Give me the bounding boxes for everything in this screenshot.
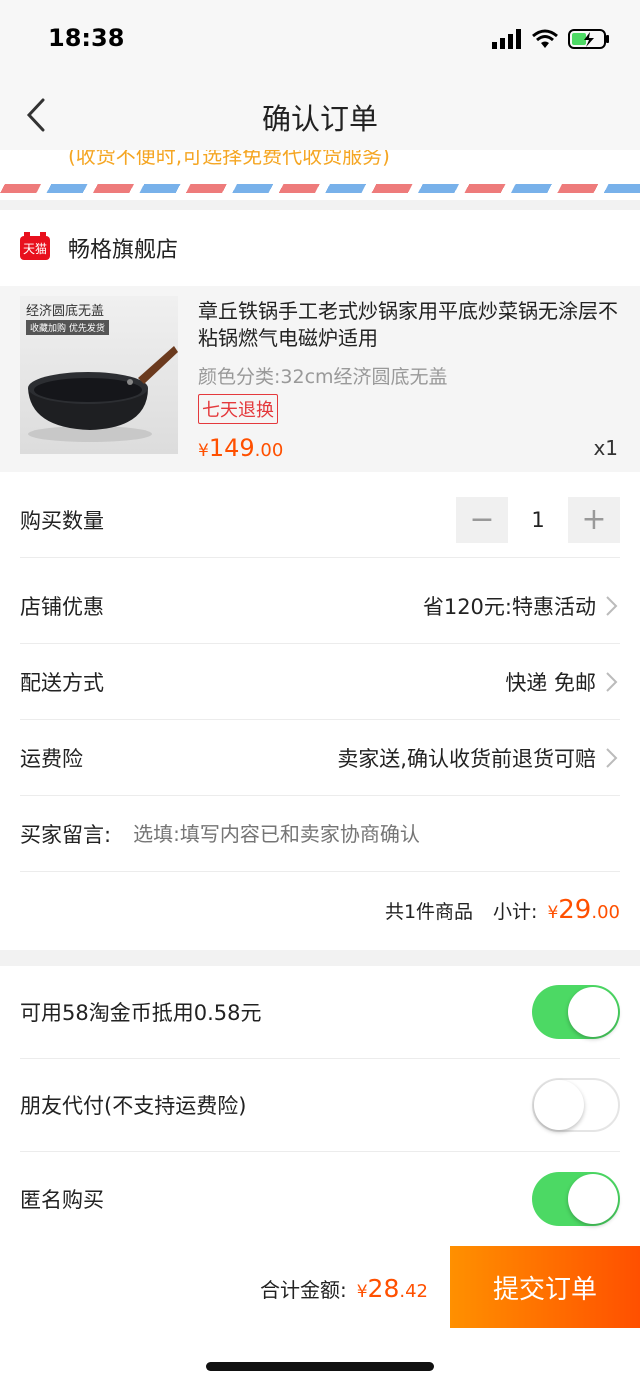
checkout-footer: 合计金额: ¥28.42 提交订单 [0, 1246, 640, 1385]
battery-icon [568, 29, 609, 49]
coin-deduction-toggle[interactable] [532, 985, 620, 1039]
wok-icon [28, 346, 178, 442]
coin-deduction-label: 可用58淘金币抵用0.58元 [20, 1001, 262, 1025]
product-price: ¥149.00 [198, 434, 283, 462]
subtotal-currency: ¥ [547, 903, 559, 923]
quantity-label: 购买数量 [20, 508, 104, 533]
shop-name: 畅格旗舰店 [68, 238, 179, 263]
product-item[interactable]: 经济圆底无盖 收藏加购 优先发货 章丘铁锅手工老式炒锅家用平底炒菜锅无涂层不粘锅… [0, 286, 640, 472]
shipping-insurance-row[interactable]: 运费险 卖家送,确认收货前退货可赔 [20, 720, 620, 796]
shop-card: 天猫 畅格旗舰店 经济圆底无盖 收藏加购 优先发货 章丘铁锅手工老式炒锅家用平底… [0, 210, 640, 950]
page-title: 确认订单 [261, 102, 378, 136]
buyer-note-row: 买家留言: [20, 796, 620, 872]
anonymous-purchase-row: 匿名购买 [20, 1152, 620, 1245]
subtotal-label: 小计: [493, 901, 538, 923]
buyer-note-label: 买家留言: [20, 822, 112, 847]
shop-discount-label: 店铺优惠 [20, 594, 104, 619]
toggle-knob [568, 1173, 618, 1224]
shipping-insurance-value: 卖家送,确认收货前退货可赔 [337, 743, 620, 773]
chevron-right-icon [606, 747, 618, 768]
total-currency: ¥ [356, 1282, 368, 1302]
total-decimal: .42 [399, 1281, 428, 1302]
total-amount: ¥28.42 [357, 1274, 428, 1303]
subtotal-amount: ¥29.00 [547, 895, 620, 925]
decrement-button[interactable]: − [456, 496, 508, 543]
tmall-icon: 天猫 [20, 232, 50, 260]
shop-discount-value: 省120元:特惠活动 [423, 591, 620, 621]
address-envelope-stripes [0, 184, 640, 193]
shop-discount-row[interactable]: 店铺优惠 省120元:特惠活动 [20, 568, 620, 644]
shop-discount-text: 省120元:特惠活动 [422, 594, 596, 619]
subtotal-count: 共1件商品 [384, 901, 474, 923]
shipping-insurance-text: 卖家送,确认收货前退货可赔 [337, 746, 596, 771]
product-title: 章丘铁锅手工老式炒锅家用平底炒菜锅无涂层不粘锅燃气电磁炉适用 [198, 299, 618, 350]
shipping-text: 快递 免邮 [505, 670, 596, 695]
toggle-knob [534, 1080, 584, 1130]
total-label: 合计金额: [259, 1278, 347, 1302]
submit-order-button[interactable]: 提交订单 [450, 1246, 640, 1328]
friend-pay-row: 朋友代付(不支持运费险) [20, 1059, 620, 1152]
shipping-label: 配送方式 [20, 670, 104, 695]
product-price-currency: ¥ [198, 441, 209, 461]
subtotal-row: 共1件商品 小计: ¥29.00 [20, 872, 620, 948]
chevron-right-icon [606, 671, 618, 692]
nav-bar: 确认订单 [0, 80, 640, 150]
quantity-value[interactable]: 1 [508, 508, 568, 532]
product-spec: 颜色分类:32cm经济圆底无盖 [198, 366, 448, 388]
wifi-icon [532, 29, 558, 48]
product-price-decimal: .00 [254, 440, 284, 461]
status-icons [492, 28, 610, 50]
return-policy-badge: 七天退换 [198, 394, 278, 424]
product-quantity: x1 [593, 436, 618, 460]
chevron-right-icon [606, 595, 618, 616]
friend-pay-toggle[interactable] [532, 1078, 620, 1132]
status-bar: 18:38 [0, 0, 640, 80]
total-integer: 28 [367, 1274, 400, 1303]
address-section[interactable]: (收货不便时,可选择免费代收货服务) [0, 150, 640, 200]
anonymous-purchase-toggle[interactable] [532, 1171, 620, 1226]
status-time: 18:38 [48, 24, 125, 52]
shipping-row[interactable]: 配送方式 快递 免邮 [20, 644, 620, 720]
product-image: 经济圆底无盖 收藏加购 优先发货 [20, 296, 178, 454]
order-total: 合计金额: ¥28.42 [260, 1274, 428, 1303]
increment-button[interactable]: + [568, 496, 620, 543]
coin-deduction-row: 可用58淘金币抵用0.58元 [20, 966, 620, 1059]
subtotal: 共1件商品 小计: ¥29.00 [385, 895, 620, 925]
subtotal-decimal: .00 [591, 902, 620, 923]
address-hint: (收货不便时,可选择免费代收货服务) [68, 150, 390, 168]
quantity-row: 购买数量 − 1 + [20, 482, 620, 558]
shipping-value: 快递 免邮 [505, 667, 620, 697]
signal-icon [492, 29, 521, 49]
toggle-knob [568, 987, 618, 1037]
options-card: 可用58淘金币抵用0.58元 朋友代付(不支持运费险) 匿名购买 [0, 966, 640, 1246]
shop-header[interactable]: 天猫 畅格旗舰店 [0, 210, 640, 286]
anonymous-purchase-label: 匿名购买 [20, 1187, 104, 1212]
product-price-integer: 149 [208, 434, 255, 462]
friend-pay-label: 朋友代付(不支持运费险) [20, 1094, 247, 1118]
quantity-stepper: − 1 + [456, 496, 620, 543]
subtotal-integer: 29 [558, 895, 592, 925]
buyer-note-input[interactable] [133, 821, 554, 846]
home-indicator[interactable] [206, 1362, 434, 1371]
shipping-insurance-label: 运费险 [20, 746, 83, 771]
